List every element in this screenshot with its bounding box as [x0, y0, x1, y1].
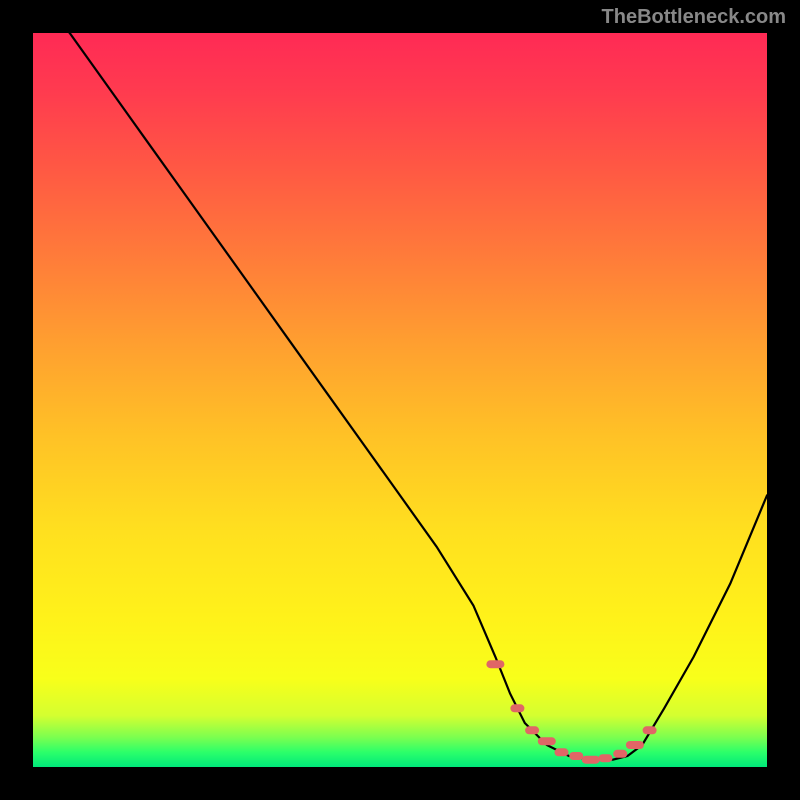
chart-svg	[33, 33, 767, 767]
optimal-region-markers	[490, 664, 652, 760]
bottleneck-curve-line	[33, 33, 767, 760]
chart-plot-area	[33, 33, 767, 767]
watermark-text: TheBottleneck.com	[602, 6, 786, 29]
